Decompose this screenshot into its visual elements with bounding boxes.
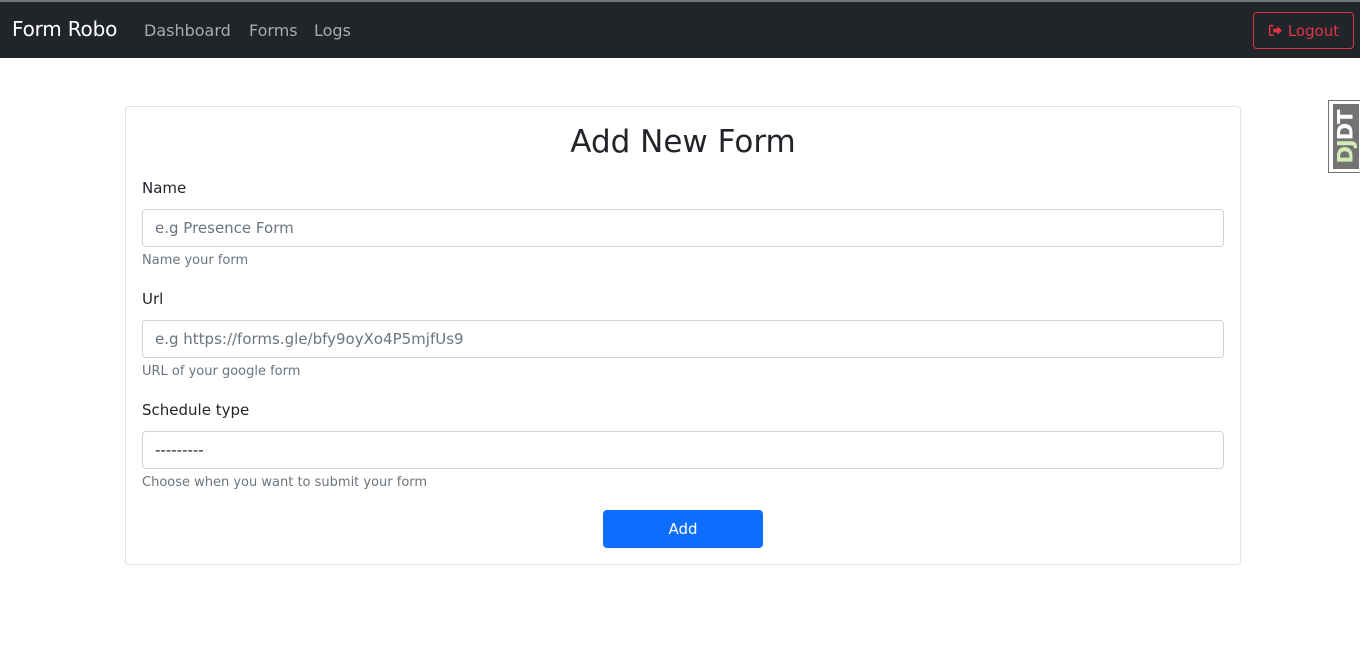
add-button[interactable]: Add [603,510,763,548]
logout-label: Logout [1287,21,1340,40]
schedule-type-selected: --------- [155,441,204,459]
name-help-text: Name your form [142,253,249,268]
debug-toolbar-handle[interactable]: DJDT [1328,100,1360,173]
add-form-card: Add New Form Name Name your form Url URL… [125,106,1241,565]
logout-button[interactable]: Logout [1253,12,1354,49]
name-label: Name [142,179,187,197]
page-title: Add New Form [570,124,796,160]
debug-toolbar-label: DJDT [1333,109,1358,164]
url-label: Url [142,290,164,308]
top-navbar: Form Robo Dashboard Forms Logs Logout [0,0,1360,58]
debug-toolbar-badge: DJDT [1332,104,1359,169]
sign-out-icon [1268,23,1283,38]
nav-link-forms[interactable]: Forms [249,21,298,40]
schedule-type-help-text: Choose when you want to submit your form [142,475,428,490]
schedule-type-select[interactable]: --------- [142,431,1224,469]
name-input[interactable] [142,209,1224,247]
nav-link-logs[interactable]: Logs [314,21,351,40]
url-help-text: URL of your google form [142,364,301,379]
brand-logo[interactable]: Form Robo [12,17,117,41]
schedule-type-label: Schedule type [142,401,250,419]
url-input[interactable] [142,320,1224,358]
nav-link-dashboard[interactable]: Dashboard [144,21,231,40]
